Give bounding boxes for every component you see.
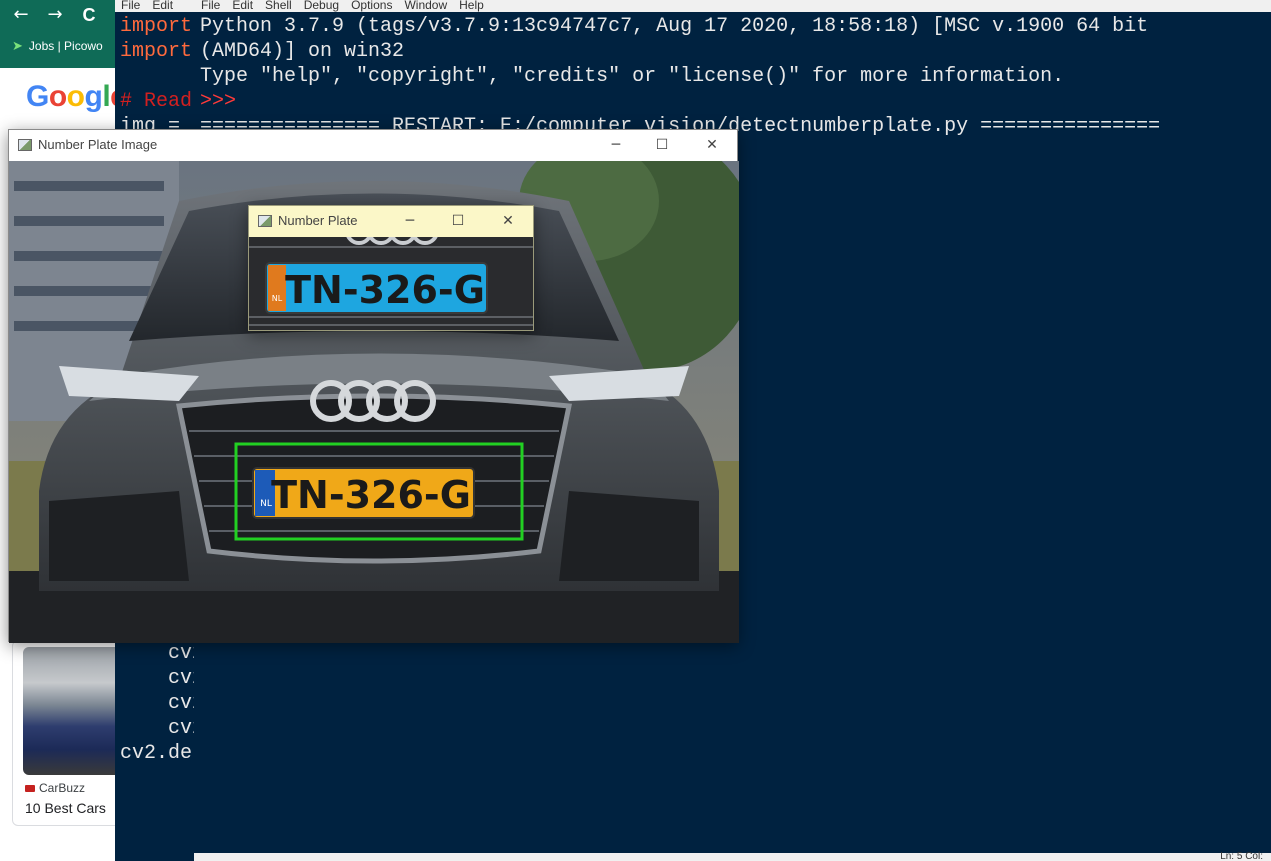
code-line: cv2 <box>120 667 200 690</box>
logo-letter: G <box>26 80 49 113</box>
maximize-button[interactable]: ☐ <box>435 206 481 237</box>
minimize-button[interactable]: ─ <box>593 130 639 161</box>
menu-edit[interactable]: Edit <box>232 0 253 12</box>
opencv-window-icon <box>258 215 272 227</box>
card-source: CarBuzz <box>25 781 85 795</box>
menu-file[interactable]: File <box>201 0 220 12</box>
opencv-window-icon <box>18 139 32 151</box>
minimize-button[interactable]: ─ <box>387 206 433 237</box>
menu-shell[interactable]: Shell <box>265 0 292 12</box>
window-title: Number Plate Image <box>38 137 158 152</box>
card-title[interactable]: 10 Best Cars <box>25 800 106 816</box>
shell-banner-line: Python 3.7.9 (tags/v3.7.9:13c94747c7, Au… <box>200 15 1149 38</box>
menu-debug[interactable]: Debug <box>304 0 339 12</box>
plate-country-label: NL <box>272 294 283 303</box>
code-line: import <box>120 15 193 38</box>
plate-crop-photo: NL TN-326-G <box>249 237 533 330</box>
menu-file[interactable]: File <box>121 0 140 12</box>
search-result-card[interactable]: CarBuzz 10 Best Cars <box>12 640 120 826</box>
menu-window[interactable]: Window <box>404 0 447 12</box>
logo-letter: o <box>48 80 67 113</box>
code-line: import <box>120 40 193 63</box>
cursor-position: Ln: 5 Col: <box>1220 851 1263 861</box>
shell-menubar: File Edit Shell Debug Options Window Help <box>194 0 1271 12</box>
shell-prompt[interactable]: >>> <box>200 90 248 113</box>
logo-letter: o <box>66 80 85 113</box>
shell-banner-line: Type "help", "copyright", "credits" or "… <box>200 65 1065 88</box>
card-thumbnail <box>23 647 120 775</box>
editor-menubar: File Edit <box>115 0 199 12</box>
shell-banner-line: (AMD64)] on win32 <box>200 40 405 63</box>
code-line: # Read <box>120 90 193 113</box>
send-icon: ➤ <box>12 38 23 53</box>
window-titlebar[interactable]: Number Plate ─ ☐ ✕ <box>249 206 533 237</box>
carbuzz-icon <box>25 785 35 792</box>
menu-options[interactable]: Options <box>351 0 392 12</box>
close-button[interactable]: ✕ <box>689 130 735 161</box>
code-line: cv2 <box>120 717 200 740</box>
reload-icon[interactable]: C <box>78 4 100 26</box>
plate-text: TN-326-G <box>271 473 471 517</box>
shell-statusbar: Ln: 5 Col: <box>194 851 1271 861</box>
maximize-button[interactable]: ☐ <box>639 130 685 161</box>
forward-arrow-icon[interactable]: → <box>44 4 66 26</box>
bookmark-label: Jobs | Picowo <box>28 39 103 53</box>
browser-toolbar: ← → C ➤ Jobs | Picowo <box>0 0 120 68</box>
plate-text: TN-326-G <box>285 268 485 312</box>
code-line: cv2 <box>120 642 200 665</box>
card-source-label: CarBuzz <box>39 781 86 795</box>
code-line: cv2.de <box>120 742 193 765</box>
window-title: Number Plate <box>278 213 358 228</box>
window-titlebar[interactable]: Number Plate Image ─ ☐ ✕ <box>9 130 737 161</box>
logo-letter: l <box>102 80 111 113</box>
back-arrow-icon[interactable]: ← <box>10 4 32 26</box>
close-button[interactable]: ✕ <box>485 206 531 237</box>
number-plate-window[interactable]: Number Plate ─ ☐ ✕ NL TN-326-G <box>248 205 534 331</box>
bookmark-jobs[interactable]: ➤ Jobs | Picowo <box>12 38 103 54</box>
google-logo[interactable]: Google <box>26 80 120 114</box>
cropped-plate-image: NL TN-326-G <box>249 237 533 330</box>
logo-letter: g <box>84 80 103 113</box>
menu-help[interactable]: Help <box>459 0 484 12</box>
plate-country-label: NL <box>260 499 272 509</box>
menu-edit[interactable]: Edit <box>152 0 173 12</box>
code-line: cv2 <box>120 692 200 715</box>
